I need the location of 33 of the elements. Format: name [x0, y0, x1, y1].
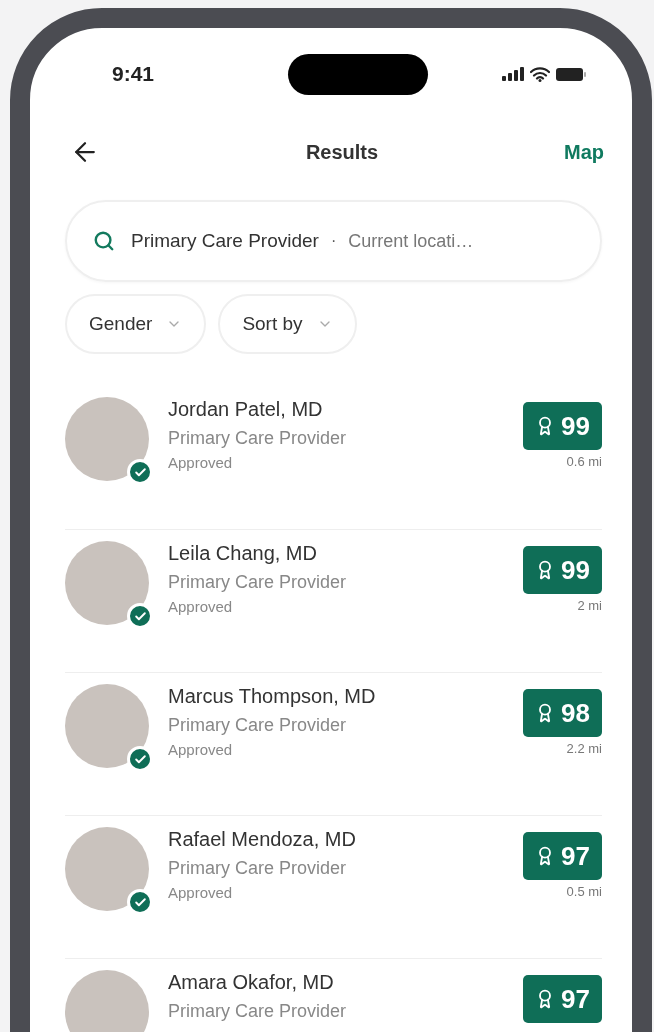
search-field[interactable]: Primary Care Provider · Current locati…: [65, 200, 602, 282]
score-badge: 99: [523, 402, 602, 450]
filter-dropdown[interactable]: Sort by: [218, 294, 357, 354]
wifi-icon: [530, 66, 550, 82]
score-badge: 98: [523, 689, 602, 737]
provider-status: Approved: [168, 883, 234, 903]
provider-specialty: Primary Care Provider: [168, 714, 348, 737]
score-badge: 97: [523, 975, 602, 1023]
provider-name[interactable]: Amara Okafor, MD: [168, 969, 524, 995]
provider-specialty: Primary Care Provider: [168, 857, 348, 880]
battery-icon: [556, 67, 586, 81]
map-link[interactable]: Map: [564, 137, 604, 167]
provider-status: Approved: [168, 453, 234, 473]
provider-name[interactable]: Jordan Patel, MD: [168, 396, 524, 422]
provider-status: Approved: [168, 740, 234, 760]
provider-name[interactable]: Leila Chang, MD: [168, 540, 524, 566]
provider-name[interactable]: Rafael Mendoza, MD: [168, 826, 524, 852]
distance-text: 0.5 mi: [566, 883, 602, 901]
score-badge: 99: [523, 546, 602, 594]
signal-icon: [502, 67, 524, 81]
distance-text: 0.6 mi: [566, 453, 602, 471]
status-time: 9:41: [112, 61, 155, 88]
filter-dropdown[interactable]: Gender: [65, 294, 207, 354]
provider-name[interactable]: Marcus Thompson, MD: [168, 683, 524, 709]
provider-status: Approved: [168, 597, 234, 617]
provider-specialty: Primary Care Provider: [168, 427, 348, 450]
distance-text: 2.2 mi: [566, 740, 602, 758]
provider-specialty: Primary Care Provider: [168, 571, 348, 594]
page-title: Results: [305, 140, 379, 165]
distance-text: 2 mi: [577, 597, 602, 615]
score-badge: 97: [523, 832, 602, 880]
search-icon: [93, 230, 115, 252]
provider-specialty: Primary Care Provider: [168, 1000, 348, 1023]
